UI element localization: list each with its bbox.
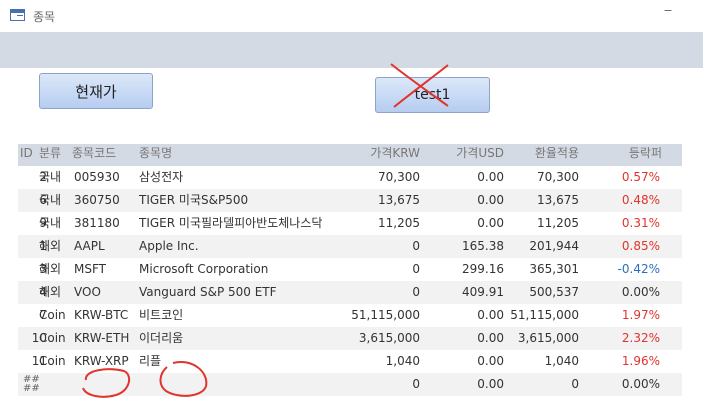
cell-change[interactable]: 2.32% bbox=[588, 327, 660, 350]
cell-price-krw[interactable]: 3,615,000 bbox=[348, 327, 420, 350]
column-header-converted[interactable]: 환율적용 bbox=[508, 144, 579, 166]
column-header-price-usd[interactable]: 가격USD bbox=[428, 144, 504, 166]
column-header-code[interactable]: 종목코드 bbox=[72, 144, 132, 166]
cell-name[interactable]: TIGER 미국필라델피아반도체나스닥 bbox=[139, 212, 354, 235]
cell-change[interactable]: 1.96% bbox=[588, 350, 660, 373]
cell-converted[interactable]: 13,675 bbox=[508, 189, 579, 212]
cell-price-usd[interactable]: 299.16 bbox=[428, 258, 504, 281]
cell-price-krw[interactable]: 1,040 bbox=[348, 350, 420, 373]
cell-name[interactable]: TIGER 미국S&P500 bbox=[139, 189, 354, 212]
cell-price-krw[interactable]: 0 bbox=[348, 258, 420, 281]
cell-change[interactable]: -0.42% bbox=[588, 258, 660, 281]
cell-change[interactable]: 0.85% bbox=[588, 235, 660, 258]
cell-price-krw[interactable]: 13,675 bbox=[348, 189, 420, 212]
table-row[interactable]: 1 해외 AAPL Apple Inc. 0 165.38 201,944 0.85% bbox=[18, 235, 682, 258]
cell-converted[interactable]: 51,115,000 bbox=[508, 304, 579, 327]
table-row[interactable]: 7 Coin KRW-BTC 비트코인 51,115,000 0.00 51,115,000… bbox=[18, 304, 682, 327]
form-header bbox=[0, 32, 703, 68]
column-header-id[interactable]: ID bbox=[20, 144, 40, 166]
cell-price-usd[interactable]: 409.91 bbox=[428, 281, 504, 304]
cell-converted[interactable]: 0 bbox=[508, 373, 579, 396]
form-icon bbox=[10, 9, 25, 21]
test1-button[interactable]: test1 bbox=[375, 77, 490, 113]
cell-converted[interactable]: 365,301 bbox=[508, 258, 579, 281]
cell-change[interactable]: 0.00% bbox=[588, 281, 660, 304]
cell-change[interactable]: 0.57% bbox=[588, 166, 660, 189]
cell-converted[interactable]: 1,040 bbox=[508, 350, 579, 373]
cell-converted[interactable]: 70,300 bbox=[508, 166, 579, 189]
cell-name[interactable]: 삼성전자 bbox=[139, 166, 354, 189]
cell-name[interactable]: Vanguard S&P 500 ETF bbox=[139, 281, 354, 304]
window-title: 종목 bbox=[33, 10, 56, 24]
table-row[interactable]: 6 국내 360750 TIGER 미국S&P500 13,675 0.00 13,675 0… bbox=[18, 189, 682, 212]
cell-change[interactable]: 1.97% bbox=[588, 304, 660, 327]
cell-name[interactable]: 이더리움 bbox=[139, 327, 354, 350]
cell-price-usd[interactable]: 0.00 bbox=[428, 212, 504, 235]
cell-name[interactable]: Microsoft Corporation bbox=[139, 258, 354, 281]
cell-price-usd[interactable]: 0.00 bbox=[428, 304, 504, 327]
table-row[interactable]: 11 Coin KRW-XRP 리플 1,040 0.00 1,040 1.96% bbox=[18, 350, 682, 373]
minimize-button[interactable]: ‒ bbox=[660, 4, 676, 20]
cell-price-usd[interactable]: 0.00 bbox=[428, 189, 504, 212]
cell-name[interactable]: Apple Inc. bbox=[139, 235, 354, 258]
cell-change[interactable]: 0.48% bbox=[588, 189, 660, 212]
table-row[interactable]: 3 해외 MSFT Microsoft Corporation 0 299.16 365,3… bbox=[18, 258, 682, 281]
new-record-row[interactable]: ## ## 0 0.00 0 0.00% bbox=[18, 373, 682, 396]
table-row[interactable]: 4 해외 VOO Vanguard S&P 500 ETF 0 409.91 500,537… bbox=[18, 281, 682, 304]
table-row[interactable]: 10 Coin KRW-ETH 이더리움 3,615,000 0.00 3,615,000 2… bbox=[18, 327, 682, 350]
cell-price-krw[interactable]: 0 bbox=[348, 235, 420, 258]
cell-price-krw[interactable]: 70,300 bbox=[348, 166, 420, 189]
cell-converted[interactable]: 201,944 bbox=[508, 235, 579, 258]
column-header-name[interactable]: 종목명 bbox=[139, 144, 354, 166]
cell-converted[interactable]: 500,537 bbox=[508, 281, 579, 304]
cell-price-krw[interactable]: 0 bbox=[348, 373, 420, 396]
cell-price-krw[interactable]: 11,205 bbox=[348, 212, 420, 235]
cell-price-usd[interactable]: 0.00 bbox=[428, 327, 504, 350]
cell-converted[interactable]: 3,615,000 bbox=[508, 327, 579, 350]
table-header: ID 분류 종목코드 종목명 가격KRW 가격USD 환율적용 등락퍼 bbox=[18, 144, 682, 166]
cell-price-usd[interactable]: 0.00 bbox=[428, 373, 504, 396]
cell-price-usd[interactable]: 165.38 bbox=[428, 235, 504, 258]
column-header-change[interactable]: 등락퍼 bbox=[588, 144, 662, 166]
cell-name[interactable]: 비트코인 bbox=[139, 304, 354, 327]
table-row[interactable]: 2 국내 005930 삼성전자 70,300 0.00 70,300 0.57% bbox=[18, 166, 682, 189]
cell-change[interactable]: 0.31% bbox=[588, 212, 660, 235]
cell-price-usd[interactable]: 0.00 bbox=[428, 166, 504, 189]
current-price-button[interactable]: 현재가 bbox=[39, 73, 153, 109]
new-record-marker: ## ## bbox=[23, 374, 40, 394]
cell-change[interactable]: 0.00% bbox=[588, 373, 660, 396]
column-header-price-krw[interactable]: 가격KRW bbox=[348, 144, 420, 166]
cell-name[interactable]: 리플 bbox=[139, 350, 354, 373]
cell-price-krw[interactable]: 51,115,000 bbox=[348, 304, 420, 327]
cell-price-krw[interactable]: 0 bbox=[348, 281, 420, 304]
title-bar: 종목 ‒ bbox=[0, 0, 703, 32]
table-row[interactable]: 9 국내 381180 TIGER 미국필라델피아반도체나스닥 11,205 0.00 11… bbox=[18, 212, 682, 235]
cell-price-usd[interactable]: 0.00 bbox=[428, 350, 504, 373]
cell-converted[interactable]: 11,205 bbox=[508, 212, 579, 235]
stock-table: ID 분류 종목코드 종목명 가격KRW 가격USD 환율적용 등락퍼 2 국내 0… bbox=[18, 144, 682, 396]
